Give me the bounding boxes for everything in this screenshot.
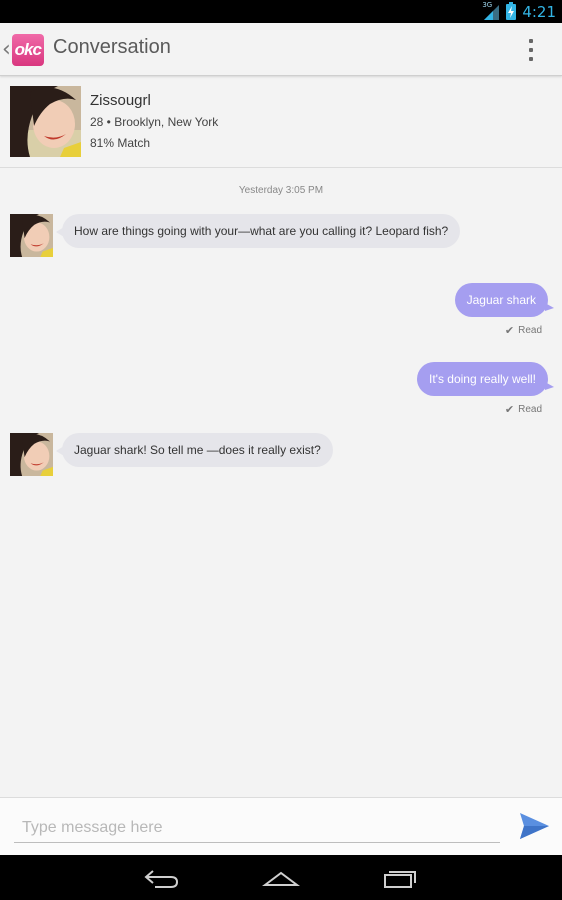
recent-apps-icon[interactable]: [381, 865, 421, 891]
conversation-timestamp: Yesterday 3:05 PM: [238, 185, 324, 196]
okc-logo: okc: [11, 34, 44, 66]
profile-name: Zissougrl: [90, 92, 151, 109]
status-icons: 3G 4:21: [482, 0, 556, 23]
read-receipt: ✔ Read: [505, 324, 542, 337]
message-composer: [0, 797, 562, 855]
system-nav-bar: [0, 855, 562, 900]
message-bubble-incoming[interactable]: Jaguar shark! So tell me —does it really…: [56, 433, 333, 467]
battery-charging-icon: [506, 1, 517, 20]
profile-photo[interactable]: [10, 86, 81, 157]
profile-age-location: 28 • Brooklyn, New York: [90, 115, 219, 129]
profile-match: 81% Match: [90, 136, 151, 150]
signal-icon: 3G: [482, 0, 500, 21]
check-icon: ✔: [504, 403, 515, 416]
check-icon: ✔: [504, 324, 515, 337]
overflow-menu-icon[interactable]: [520, 37, 542, 63]
up-navigation-button[interactable]: ‹ okc: [2, 34, 52, 66]
message-bubble-outgoing[interactable]: Jaguar shark: [454, 283, 555, 317]
avatar[interactable]: [10, 214, 53, 257]
avatar[interactable]: [10, 433, 53, 476]
home-icon[interactable]: [261, 865, 301, 891]
message-bubble-incoming[interactable]: How are things going with your—what are …: [55, 214, 461, 248]
action-bar: ‹ okc Conversation: [0, 23, 562, 76]
page-title: Conversation: [53, 36, 171, 58]
back-icon[interactable]: [141, 865, 181, 891]
back-chevron-icon: ‹: [2, 37, 11, 62]
send-button[interactable]: [518, 811, 550, 841]
status-bar: 3G 4:21: [0, 0, 562, 23]
message-bubble-outgoing[interactable]: It's doing really well!: [416, 362, 555, 396]
read-receipt: ✔ Read: [505, 403, 542, 416]
message-input[interactable]: [14, 813, 500, 843]
profile-header[interactable]: Zissougrl 28 • Brooklyn, New York 81% Ma…: [0, 77, 562, 168]
send-icon: [520, 813, 549, 839]
read-status: Read: [518, 325, 542, 336]
network-type-label: 3G: [482, 0, 493, 9]
clock: 4:21: [522, 2, 556, 21]
read-status: Read: [518, 404, 542, 415]
